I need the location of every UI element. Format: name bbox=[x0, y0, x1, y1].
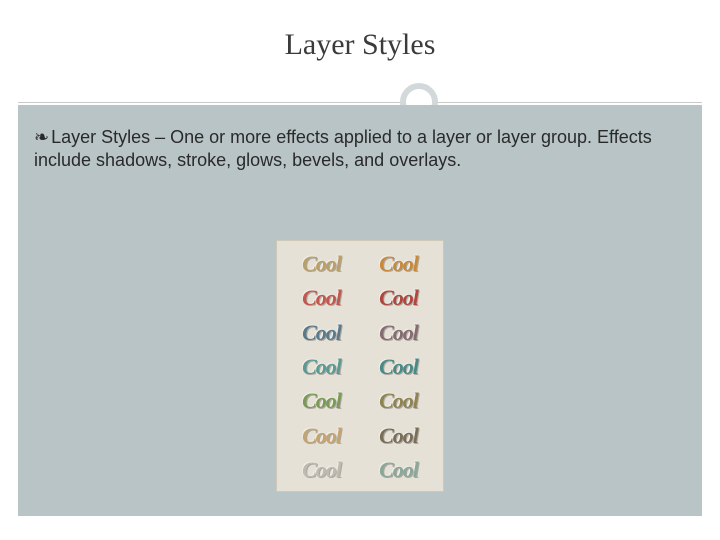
cool-text: Cool bbox=[287, 283, 356, 313]
cool-text: Cool bbox=[364, 249, 433, 279]
example-image: Cool Cool Cool Cool Cool Cool Cool Cool Cool Cool… bbox=[276, 240, 444, 492]
bullet-icon: ❧ bbox=[34, 127, 49, 147]
slide-title: Layer Styles bbox=[285, 28, 436, 61]
title-row: Layer Styles bbox=[0, 28, 720, 62]
cool-text: Cool bbox=[287, 249, 356, 279]
cool-text: Cool bbox=[364, 318, 433, 348]
cool-text: Cool bbox=[364, 386, 433, 416]
cool-text: Cool bbox=[287, 318, 356, 348]
body-paragraph: ❧Layer Styles – One or more effects appl… bbox=[34, 126, 678, 173]
cool-text: Cool bbox=[364, 283, 433, 313]
slide: Layer Styles ❧Layer Styles – One or more… bbox=[0, 0, 720, 540]
cool-text: Cool bbox=[364, 420, 433, 450]
cool-text: Cool bbox=[287, 455, 356, 485]
body-text: Layer Styles – One or more effects appli… bbox=[34, 127, 652, 170]
divider-line bbox=[18, 102, 702, 103]
cool-text: Cool bbox=[287, 420, 356, 450]
cool-text: Cool bbox=[287, 386, 356, 416]
cool-text: Cool bbox=[364, 455, 433, 485]
cool-text: Cool bbox=[364, 352, 433, 382]
cool-text: Cool bbox=[287, 352, 356, 382]
